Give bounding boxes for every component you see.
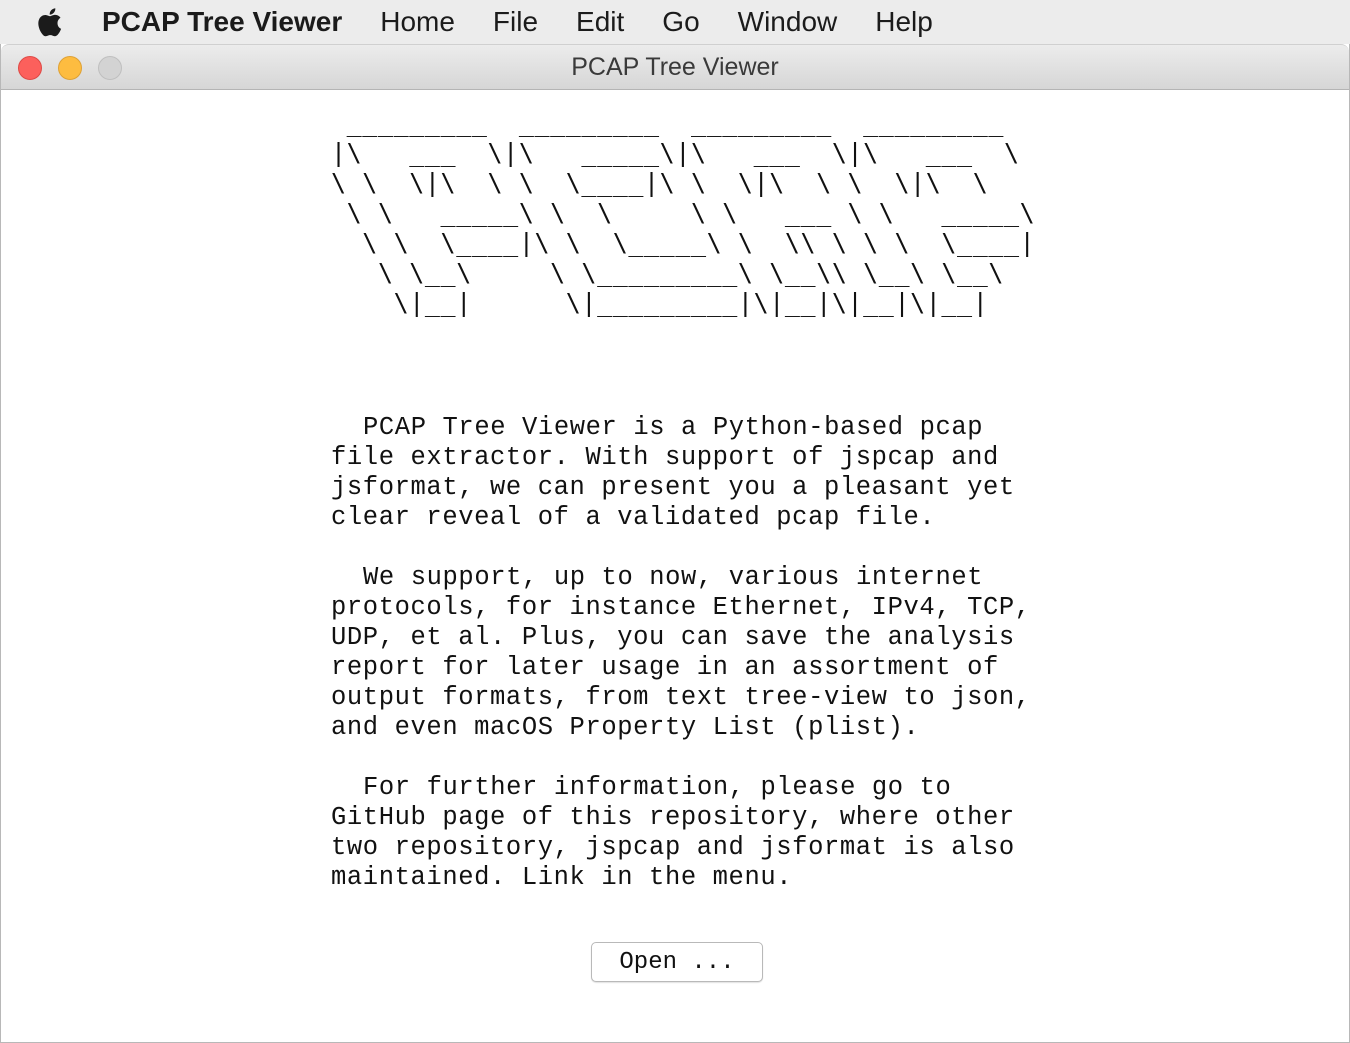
main-content: _________ _________ _________ _________ … xyxy=(1,90,1349,1042)
menu-edit[interactable]: Edit xyxy=(576,6,624,38)
apple-logo-icon xyxy=(38,8,62,37)
support-text: We support, up to now, various internet … xyxy=(331,563,1031,742)
intro-paragraph: PCAP Tree Viewer is a Python-based pcap … xyxy=(331,413,1051,533)
menu-go[interactable]: Go xyxy=(662,6,699,38)
pcap-ascii-logo: _________ _________ _________ _________ … xyxy=(331,108,1036,317)
window-title: PCAP Tree Viewer xyxy=(571,53,779,81)
info-paragraph: For further information, please go to Gi… xyxy=(331,773,1051,893)
apple-logo-icon[interactable] xyxy=(32,6,64,38)
window-titlebar[interactable]: PCAP Tree Viewer xyxy=(1,44,1349,90)
menu-app-name[interactable]: PCAP Tree Viewer xyxy=(102,6,342,38)
menu-help[interactable]: Help xyxy=(875,6,933,38)
menu-window[interactable]: Window xyxy=(738,6,838,38)
menu-bar: PCAP Tree Viewer Home File Edit Go Windo… xyxy=(0,0,1350,44)
intro-text: PCAP Tree Viewer is a Python-based pcap … xyxy=(331,413,1015,532)
open-button[interactable]: Open ... xyxy=(591,942,763,982)
menu-home[interactable]: Home xyxy=(380,6,455,38)
info-text: For further information, please go to Gi… xyxy=(331,773,1015,892)
app-window: PCAP Tree Viewer _________ _________ ___… xyxy=(0,44,1350,1043)
support-paragraph: We support, up to now, various internet … xyxy=(331,563,1051,743)
menu-file[interactable]: File xyxy=(493,6,538,38)
